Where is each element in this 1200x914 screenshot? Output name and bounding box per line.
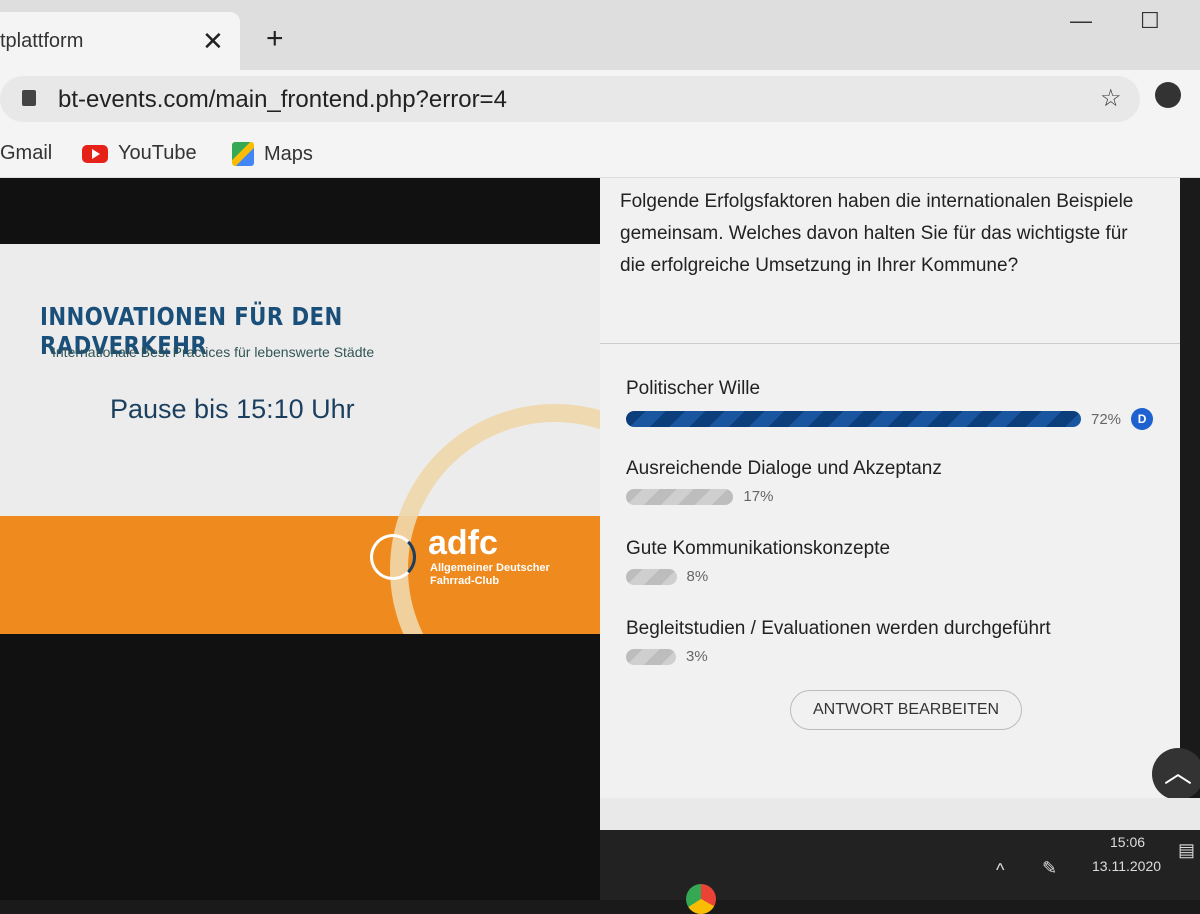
bookmark-youtube[interactable]: YouTube — [82, 142, 197, 165]
slide-subtitle: Internationale Best Practices für lebens… — [52, 344, 375, 360]
maps-icon — [232, 142, 254, 166]
new-tab-button[interactable]: + — [266, 22, 284, 56]
tab-title: tplattform — [0, 30, 84, 52]
chevron-up-icon: ︿ — [1163, 757, 1192, 788]
clock-time[interactable]: 15:06 — [1110, 834, 1145, 850]
bookmarks-bar: Gmail YouTube Maps — [0, 130, 1200, 178]
notification-icon[interactable]: ▤ — [1178, 840, 1195, 861]
minimize-icon[interactable]: — — [1070, 8, 1092, 34]
bookmark-label: Maps — [264, 142, 313, 165]
bookmark-label: YouTube — [118, 142, 197, 164]
poll-option[interactable]: Begleitstudien / Evaluationen werden dur… — [626, 618, 1166, 665]
clock-date[interactable]: 13.11.2020 — [1092, 858, 1161, 874]
url-text[interactable]: bt-events.com/main_frontend.php?error=4 — [58, 86, 507, 114]
result-bar — [626, 568, 677, 585]
option-percent: 8% — [686, 568, 709, 585]
divider — [600, 343, 1180, 344]
close-tab-icon[interactable]: ✕ — [202, 26, 224, 57]
option-percent: 72% — [1091, 410, 1122, 428]
chrome-icon[interactable] — [686, 884, 716, 914]
livestream-video[interactable]: INNOVATIONEN FÜR DEN RADVERKEHR Internat… — [0, 178, 600, 900]
maximize-icon[interactable]: ☐ — [1140, 8, 1160, 34]
option-label: Begleitstudien / Evaluationen werden dur… — [626, 618, 1051, 639]
logo-line: Allgemeiner Deutscher — [430, 562, 550, 574]
edit-answer-button[interactable]: ANTWORT BEARBEITEN — [790, 690, 1023, 730]
lock-icon — [22, 90, 36, 106]
presentation-slide: INNOVATIONEN FÜR DEN RADVERKEHR Internat… — [0, 244, 600, 634]
adfc-logo: adfc — [428, 524, 498, 562]
option-label: Ausreichende Dialoge und Akzeptanz — [626, 458, 942, 479]
tray-chevron-icon[interactable]: ^ — [996, 860, 1004, 881]
option-label: Gute Kommunikationskonzepte — [626, 538, 891, 559]
result-bar — [626, 488, 734, 505]
browser-tab[interactable]: tplattform ✕ — [0, 12, 240, 72]
browser-toolbar: bt-events.com/main_frontend.php?error=4 … — [0, 70, 1200, 130]
address-bar[interactable]: bt-events.com/main_frontend.php?error=4 … — [0, 76, 1140, 122]
bookmark-star-icon[interactable]: ☆ — [1100, 84, 1122, 113]
logo-line: Fahrrad-Club — [430, 575, 500, 587]
bookmark-label: Gmail — [0, 142, 53, 164]
option-percent: 3% — [686, 648, 708, 665]
decorative-arc — [390, 404, 600, 634]
option-percent: 17% — [743, 488, 774, 505]
poll-question: Folgende Erfolgsfaktoren haben die inter… — [620, 191, 1134, 276]
bookmark-gmail[interactable]: Gmail — [0, 142, 52, 165]
bookmark-maps[interactable]: Maps — [232, 142, 313, 166]
poll-option[interactable]: Ausreichende Dialoge und Akzeptanz 17% — [626, 458, 1166, 505]
pen-icon[interactable]: ✎ — [1042, 858, 1057, 879]
pause-notice: Pause bis 15:10 Uhr — [110, 394, 355, 424]
profile-icon[interactable] — [1155, 82, 1181, 108]
result-bar — [626, 411, 1081, 427]
result-bar — [626, 648, 676, 665]
adfc-logo-subtitle: Allgemeiner Deutscher Fahrrad-Club — [430, 562, 550, 588]
option-label: Politischer Wille — [626, 378, 761, 399]
tab-strip: tplattform ✕ + — ☐ — [0, 0, 1200, 72]
adfc-logo-ring — [370, 534, 416, 580]
poll-option[interactable]: Politischer Wille 72% D — [626, 378, 1166, 430]
poll-option[interactable]: Gute Kommunikationskonzepte 8% — [626, 538, 1166, 585]
poll-panel: Folgende Erfolgsfaktoren haben die inter… — [600, 178, 1180, 798]
voter-avatar: D — [1131, 408, 1154, 430]
scroll-up-button[interactable]: ︿ — [1152, 748, 1200, 800]
taskbar: ^ ✎ 15:06 13.11.2020 ▤ — [600, 830, 1200, 914]
youtube-icon — [82, 144, 108, 163]
